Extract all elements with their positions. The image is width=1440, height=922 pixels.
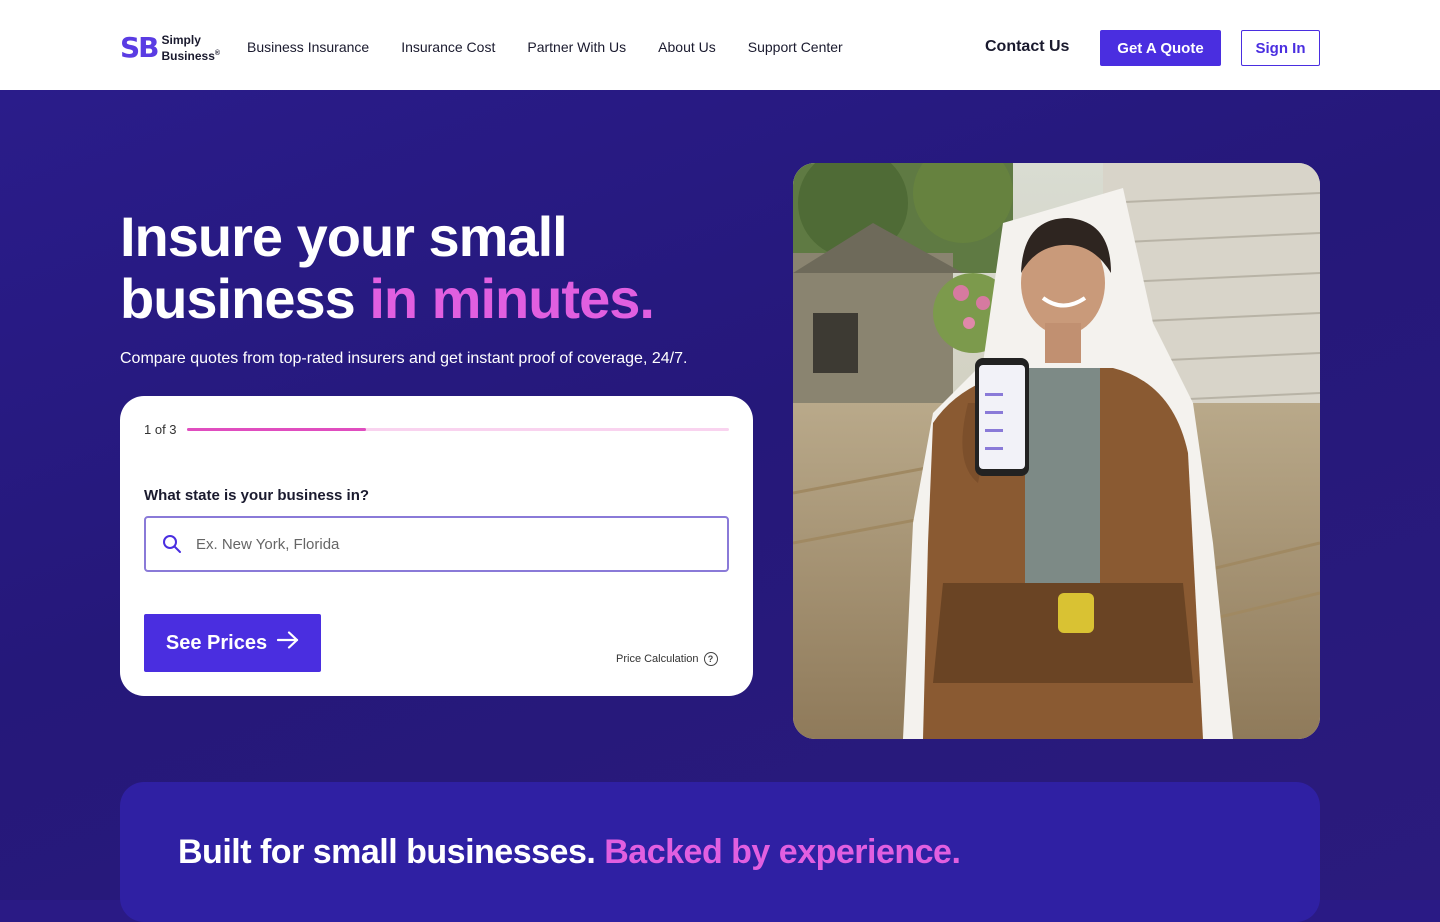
hero-photo-illustration xyxy=(793,163,1320,739)
help-question-icon: ? xyxy=(703,652,718,666)
experience-band: Built for small businesses. Backed by ex… xyxy=(120,782,1320,922)
site-header: SB Simply Business® Business Insurance I… xyxy=(0,0,1440,90)
sign-in-button[interactable]: Sign In xyxy=(1241,30,1320,66)
hero-title-line1: Insure your small xyxy=(120,205,568,268)
see-prices-button[interactable]: See Prices xyxy=(144,614,321,672)
hero-title: Insure your small business in minutes. xyxy=(120,206,740,330)
main-nav: Business Insurance Insurance Cost Partne… xyxy=(247,38,843,56)
band-title-plain: Built for small businesses. xyxy=(178,833,605,871)
logo-line2: Business® xyxy=(161,48,221,63)
hero-subtitle: Compare quotes from top-rated insurers a… xyxy=(120,350,688,367)
arrow-right-icon xyxy=(276,631,299,655)
state-search-field[interactable] xyxy=(144,516,729,572)
nav-business-insurance[interactable]: Business Insurance xyxy=(247,38,369,56)
nav-support-center[interactable]: Support Center xyxy=(748,38,843,56)
state-search-input[interactable] xyxy=(196,535,676,553)
step-indicator: 1 of 3 xyxy=(144,422,177,437)
get-a-quote-button[interactable]: Get A Quote xyxy=(1100,30,1221,66)
contact-us-link[interactable]: Contact Us xyxy=(985,37,1069,57)
price-calculation-label: Price Calculation xyxy=(616,653,699,665)
experience-band-title: Built for small businesses. Backed by ex… xyxy=(178,832,961,872)
state-question-label: What state is your business in? xyxy=(144,487,370,504)
hero-title-accent: in minutes. xyxy=(369,267,655,330)
logo-mark: SB xyxy=(120,31,159,64)
logo-wordmark: Simply Business® xyxy=(161,32,221,63)
search-icon xyxy=(162,534,182,554)
hero-section: Insure your small business in minutes. C… xyxy=(0,90,1440,922)
logo-line1: Simply xyxy=(161,32,201,47)
price-calculation-link[interactable]: Price Calculation ? xyxy=(616,652,718,666)
nav-partner-with-us[interactable]: Partner With Us xyxy=(527,38,626,56)
simply-business-logo[interactable]: SB Simply Business® xyxy=(120,32,220,64)
progress-fill xyxy=(187,428,366,431)
hero-photo-worker-with-phone xyxy=(793,163,1320,739)
hero-title-line2: business xyxy=(120,267,370,330)
progress-bar xyxy=(187,428,729,431)
band-title-accent: Backed by experience. xyxy=(604,833,961,871)
nav-insurance-cost[interactable]: Insurance Cost xyxy=(401,38,495,56)
nav-about-us[interactable]: About Us xyxy=(658,38,716,56)
see-prices-label: See Prices xyxy=(165,631,268,654)
quote-form-card: 1 of 3 What state is your business in? S… xyxy=(120,396,753,696)
